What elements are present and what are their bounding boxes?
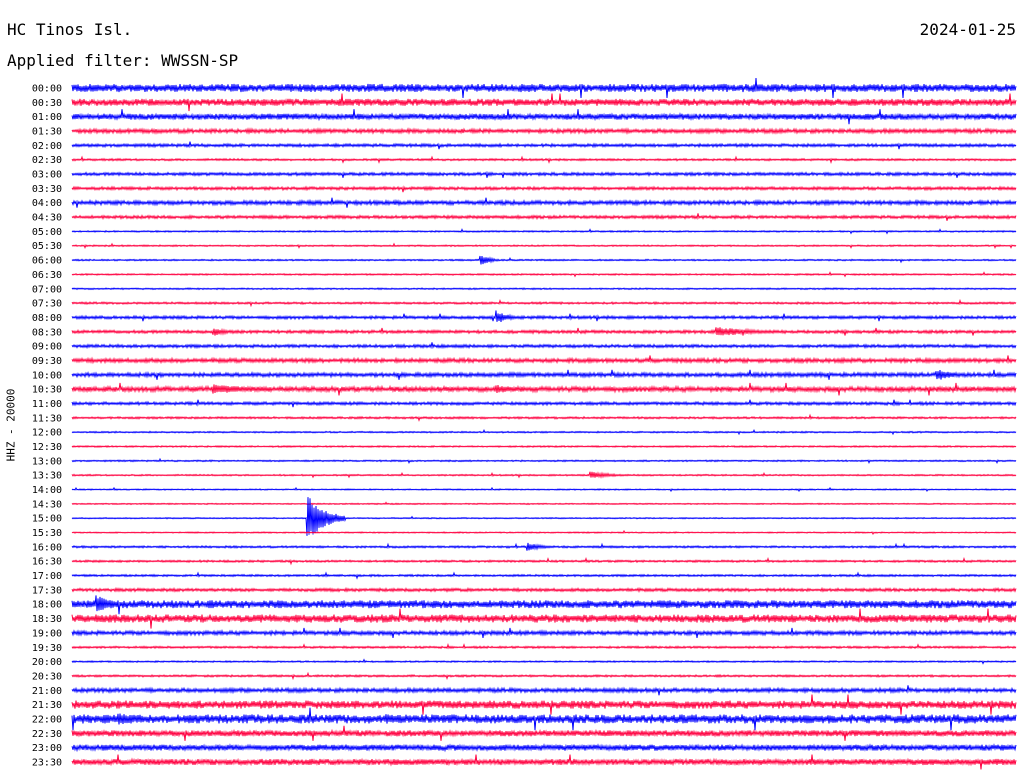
time-label: 11:00 (32, 399, 62, 410)
trace-1730 (71, 586, 1017, 593)
trace-0330 (71, 185, 1017, 193)
trace-1900 (71, 627, 1017, 638)
trace-1530 (71, 529, 1017, 536)
time-label: 09:30 (32, 356, 62, 367)
time-label: 19:00 (32, 628, 62, 639)
trace-0800 (71, 310, 1017, 322)
time-label: 23:00 (32, 743, 62, 754)
time-label: 21:30 (32, 700, 62, 711)
time-label: 06:30 (32, 270, 62, 281)
trace-2000 (71, 658, 1017, 665)
trace-1830 (71, 608, 1017, 629)
trace-2200 (71, 707, 1017, 731)
time-label: 20:30 (32, 671, 62, 682)
time-label: 10:30 (32, 385, 62, 396)
trace-0830 (71, 327, 1017, 336)
trace-1800 (71, 595, 1017, 615)
trace-1630 (71, 557, 1017, 566)
time-label: 10:00 (32, 370, 62, 381)
time-label: 03:30 (32, 184, 62, 195)
time-label: 11:30 (32, 413, 62, 424)
trace-0630 (71, 271, 1017, 278)
trace-0400 (71, 197, 1017, 208)
time-label: 15:30 (32, 528, 62, 539)
time-label: 00:30 (32, 98, 62, 109)
trace-2030 (71, 671, 1017, 681)
trace-0100 (71, 109, 1017, 125)
trace-0430 (71, 213, 1017, 221)
trace-1700 (71, 571, 1017, 580)
time-label: 04:30 (32, 213, 62, 224)
seismogram-plot: 00:00 00:30 01:00 01:30 02:00 02:30 03:00 03:30… (32, 77, 1017, 770)
time-label: 22:00 (32, 714, 62, 725)
time-label: 01:00 (32, 112, 62, 123)
time-label: 20:00 (32, 657, 62, 668)
time-label: 05:00 (32, 227, 62, 238)
time-label: 15:00 (32, 514, 62, 525)
time-label: 04:00 (32, 198, 62, 209)
time-label: 13:00 (32, 456, 62, 467)
time-label: 12:30 (32, 442, 62, 453)
time-label: 18:30 (32, 614, 62, 625)
time-label: 21:00 (32, 686, 62, 697)
trace-1430 (71, 501, 1017, 506)
time-label: 17:30 (32, 585, 62, 596)
time-label: 14:00 (32, 485, 62, 496)
trace-0930 (71, 355, 1017, 365)
time-label: 00:00 (32, 84, 62, 95)
trace-2100 (71, 685, 1017, 696)
trace-1200 (71, 429, 1017, 436)
trace-1400 (71, 486, 1017, 493)
trace-0200 (71, 141, 1017, 150)
trace-1300 (71, 457, 1017, 465)
time-label: 23:30 (32, 757, 62, 768)
trace-1930 (71, 643, 1017, 650)
time-label: 06:00 (32, 256, 62, 267)
trace-0730 (71, 298, 1017, 308)
time-label: 02:30 (32, 155, 62, 166)
time-label: 22:30 (32, 729, 62, 740)
time-label: 07:30 (32, 299, 62, 310)
trace-1230 (71, 444, 1017, 449)
trace-0300 (71, 171, 1017, 178)
trace-0530 (71, 242, 1017, 249)
trace-1100 (71, 399, 1017, 408)
time-label: 08:00 (32, 313, 62, 324)
time-label: 09:00 (32, 342, 62, 353)
trace-2230 (71, 725, 1017, 741)
trace-1130 (71, 413, 1017, 422)
time-label: 01:30 (32, 127, 62, 138)
trace-0900 (71, 342, 1017, 350)
trace-0000 (71, 77, 1017, 99)
trace-2130 (71, 694, 1017, 715)
trace-0500 (71, 228, 1017, 235)
time-label: 18:00 (32, 600, 62, 611)
time-label: 12:00 (32, 428, 62, 439)
trace-1330 (71, 471, 1017, 479)
trace-0230 (71, 155, 1017, 164)
time-label: 03:00 (32, 170, 62, 181)
trace-1030 (71, 382, 1017, 396)
time-label: 17:00 (32, 571, 62, 582)
trace-2300 (71, 743, 1017, 753)
trace-0130 (71, 127, 1017, 135)
trace-1000 (71, 369, 1017, 380)
trace-0600 (71, 255, 1017, 265)
trace-2330 (71, 754, 1017, 770)
time-label: 14:30 (32, 499, 62, 510)
time-label: 02:00 (32, 141, 62, 152)
time-label: 16:30 (32, 557, 62, 568)
time-label: 13:30 (32, 471, 62, 482)
trace-1600 (71, 542, 1017, 551)
trace-0700 (71, 287, 1017, 291)
time-label: 08:30 (32, 327, 62, 338)
trace-0030 (71, 93, 1017, 112)
time-label: 19:30 (32, 643, 62, 654)
time-label: 05:30 (32, 241, 62, 252)
time-label: 07:00 (32, 284, 62, 295)
time-label: 16:00 (32, 542, 62, 553)
